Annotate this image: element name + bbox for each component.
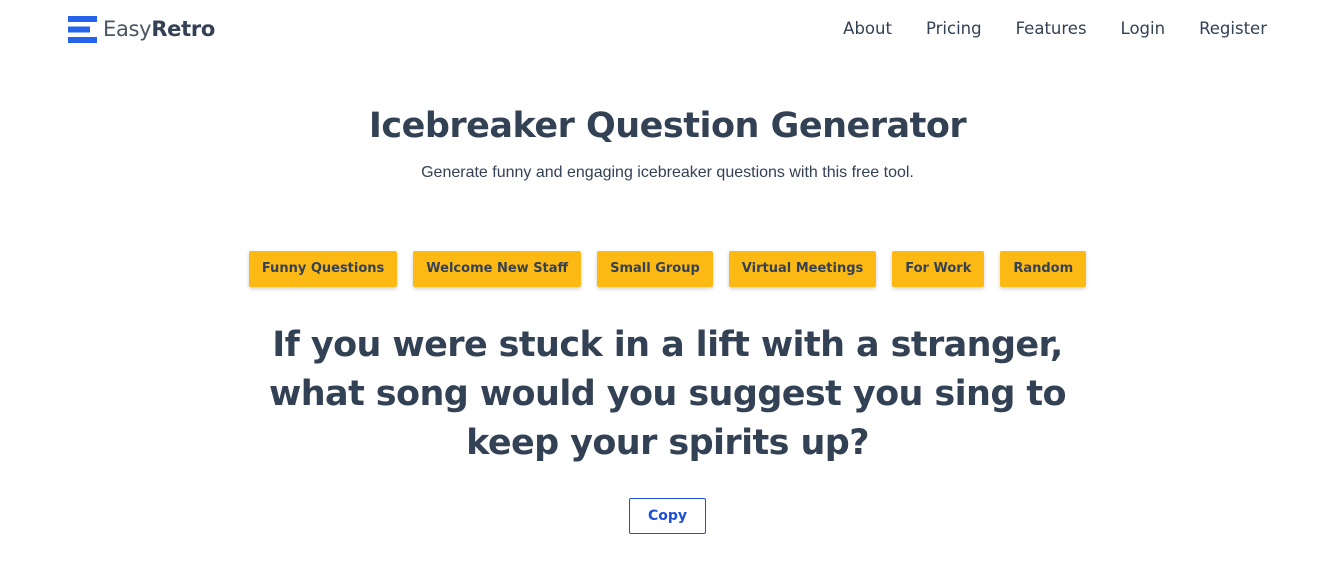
brand-name-bold: Retro: [151, 17, 216, 41]
page-subtitle: Generate funny and engaging icebreaker q…: [421, 164, 914, 181]
category-funny-questions-button[interactable]: Funny Questions: [248, 251, 398, 287]
logo-link[interactable]: EasyRetro: [68, 14, 215, 44]
category-welcome-new-staff-button[interactable]: Welcome New Staff: [413, 251, 582, 287]
icebreaker-question: If you were stuck in a lift with a stran…: [269, 325, 1067, 463]
nav-about[interactable]: About: [843, 18, 892, 40]
category-virtual-meetings-button[interactable]: Virtual Meetings: [728, 251, 877, 287]
site-header: EasyRetro About Pricing Features Login R…: [0, 0, 1335, 58]
category-for-work-button[interactable]: For Work: [892, 251, 985, 287]
category-random-button[interactable]: Random: [1000, 251, 1087, 287]
category-buttons: Funny Questions Welcome New Staff Small …: [0, 251, 1335, 287]
category-small-group-button[interactable]: Small Group: [597, 251, 713, 287]
brand-name-light: Easy: [103, 17, 152, 41]
nav-pricing[interactable]: Pricing: [926, 18, 982, 40]
easyretro-logo-icon: [68, 15, 97, 43]
brand-name: EasyRetro: [103, 14, 215, 44]
page-title: Icebreaker Question Generator: [368, 106, 967, 146]
nav-features[interactable]: Features: [1016, 18, 1087, 40]
copy-button[interactable]: Copy: [629, 498, 706, 534]
nav-login[interactable]: Login: [1121, 18, 1166, 40]
main-nav: About Pricing Features Login Register: [843, 18, 1267, 40]
nav-register[interactable]: Register: [1199, 18, 1267, 40]
page: EasyRetro About Pricing Features Login R…: [0, 0, 1335, 564]
